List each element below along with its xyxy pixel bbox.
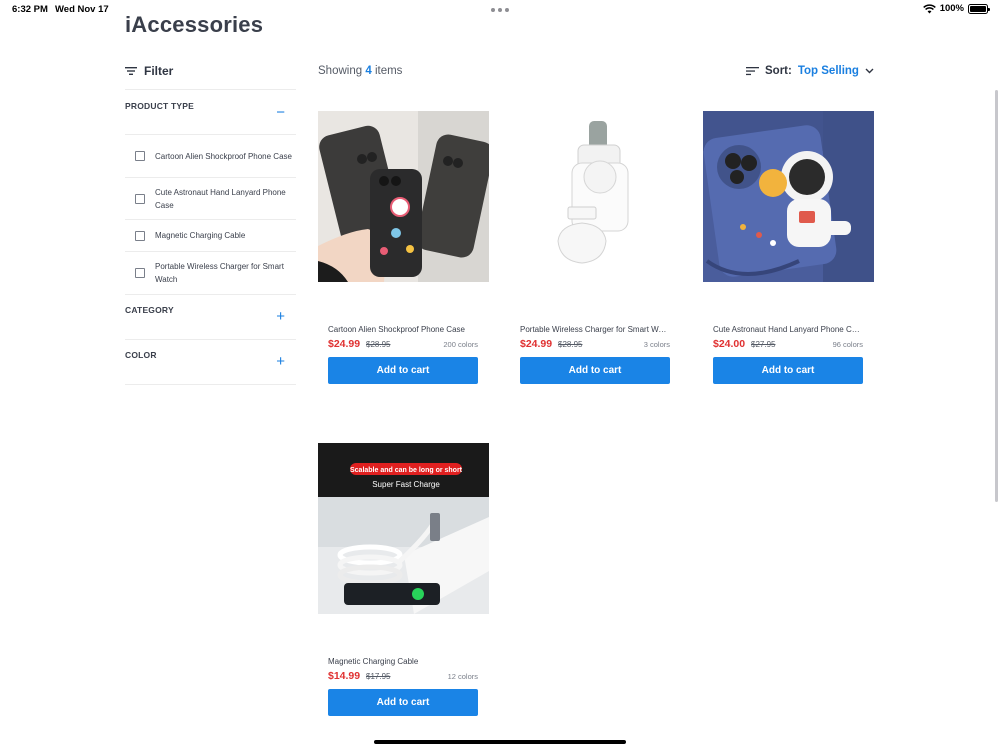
product-type-section[interactable]: PRODUCT TYPE − [125, 89, 296, 134]
category-title: CATEGORY [125, 305, 174, 315]
battery-icon [968, 3, 990, 14]
product-colors: 12 colors [447, 672, 478, 681]
filter-option-label: Portable Wireless Charger for Smart Watc… [155, 262, 284, 284]
product-card[interactable]: Cartoon Alien Shockproof Phone Case $24.… [318, 111, 489, 384]
color-title: COLOR [125, 350, 157, 360]
results-count: Showing 4 items [318, 65, 402, 77]
add-to-cart-button[interactable]: Add to cart [713, 357, 863, 384]
checkbox[interactable] [135, 230, 145, 241]
color-section[interactable]: COLOR + [125, 339, 296, 384]
product-image[interactable]: Scalable and can be long or short Super … [318, 443, 489, 614]
product-old-price: $28.95 [558, 340, 583, 349]
checkbox[interactable] [135, 268, 145, 278]
results-prefix: Showing [318, 65, 363, 77]
product-old-price: $27.95 [751, 340, 776, 349]
filter-option[interactable]: Cute Astronaut Hand Lanyard Phone Case [125, 177, 296, 219]
product-image[interactable] [703, 111, 874, 282]
product-colors: 200 colors [443, 340, 478, 349]
price-row: $24.00 $27.95 96 colors [713, 338, 863, 352]
product-name[interactable]: Cute Astronaut Hand Lanyard Phone Case [713, 325, 863, 334]
product-old-price: $28.95 [366, 340, 391, 349]
product-image[interactable] [318, 111, 489, 282]
filter-button[interactable]: Filter [125, 64, 173, 78]
checkbox[interactable] [135, 151, 145, 161]
filter-sidebar: PRODUCT TYPE − Cartoon Alien Shockproof … [125, 89, 296, 385]
category-section[interactable]: CATEGORY + [125, 294, 296, 339]
results-suffix: items [374, 65, 403, 77]
results-number: 4 [365, 65, 372, 77]
expand-icon[interactable]: + [276, 354, 285, 369]
product-card[interactable]: Portable Wireless Charger for Smart Watc… [510, 111, 681, 384]
add-to-cart-button[interactable]: Add to cart [328, 357, 478, 384]
sort-label: Sort: [765, 65, 792, 77]
filter-option-label: Cute Astronaut Hand Lanyard Phone Case [155, 187, 286, 210]
filter-option-label: Magnetic Charging Cable [155, 231, 246, 240]
chevron-down-icon [865, 68, 874, 74]
status-right: 100% [922, 3, 990, 14]
product-colors: 96 colors [832, 340, 863, 349]
price-row: $24.99 $28.95 200 colors [328, 338, 478, 352]
image-caption: Super Fast Charge [372, 480, 440, 489]
scrollbar[interactable] [995, 90, 998, 502]
price-row: $24.99 $28.95 3 colors [520, 338, 670, 352]
wifi-icon [922, 3, 936, 13]
product-price: $14.99 [328, 670, 361, 682]
product-old-price: $17.95 [366, 672, 391, 681]
sidebar-divider [125, 384, 296, 385]
checkbox[interactable] [135, 193, 145, 204]
multitasking-dots-icon[interactable] [491, 8, 509, 12]
status-date: Wed Nov 17 [55, 4, 109, 15]
product-colors: 3 colors [643, 340, 670, 349]
sort-icon [746, 67, 759, 76]
product-card[interactable]: Scalable and can be long or short Super … [318, 443, 489, 716]
filter-option[interactable]: Magnetic Charging Cable [125, 219, 296, 251]
product-name[interactable]: Portable Wireless Charger for Smart Watc… [520, 325, 670, 334]
product-card[interactable]: Cute Astronaut Hand Lanyard Phone Case $… [703, 111, 874, 384]
filter-option-label: Cartoon Alien Shockproof Phone Case [155, 151, 292, 161]
image-banner: Scalable and can be long or short [350, 467, 463, 474]
filter-option[interactable]: Cartoon Alien Shockproof Phone Case [125, 134, 296, 177]
filter-label: Filter [144, 64, 174, 78]
filter-option[interactable]: Portable Wireless Charger for Smart Watc… [125, 251, 296, 294]
product-price: $24.99 [328, 338, 361, 350]
expand-icon[interactable]: + [276, 309, 285, 324]
add-to-cart-button[interactable]: Add to cart [328, 689, 478, 716]
product-image[interactable] [510, 111, 681, 282]
product-name[interactable]: Magnetic Charging Cable [328, 657, 478, 666]
home-indicator[interactable] [374, 740, 626, 744]
brand-title[interactable]: iAccessories [125, 12, 263, 38]
status-time: 6:32 PM [12, 4, 48, 15]
collapse-icon[interactable]: − [276, 105, 285, 120]
filter-icon [125, 67, 137, 75]
product-price: $24.00 [713, 338, 746, 350]
price-row: $14.99 $17.95 12 colors [328, 670, 478, 684]
battery-percent: 100% [939, 3, 964, 14]
add-to-cart-button[interactable]: Add to cart [520, 357, 670, 384]
product-name[interactable]: Cartoon Alien Shockproof Phone Case [328, 325, 478, 334]
product-price: $24.99 [520, 338, 553, 350]
product-type-title: PRODUCT TYPE [125, 101, 194, 111]
sort-dropdown[interactable]: Sort: Top Selling [746, 65, 874, 77]
sort-value: Top Selling [797, 65, 859, 77]
